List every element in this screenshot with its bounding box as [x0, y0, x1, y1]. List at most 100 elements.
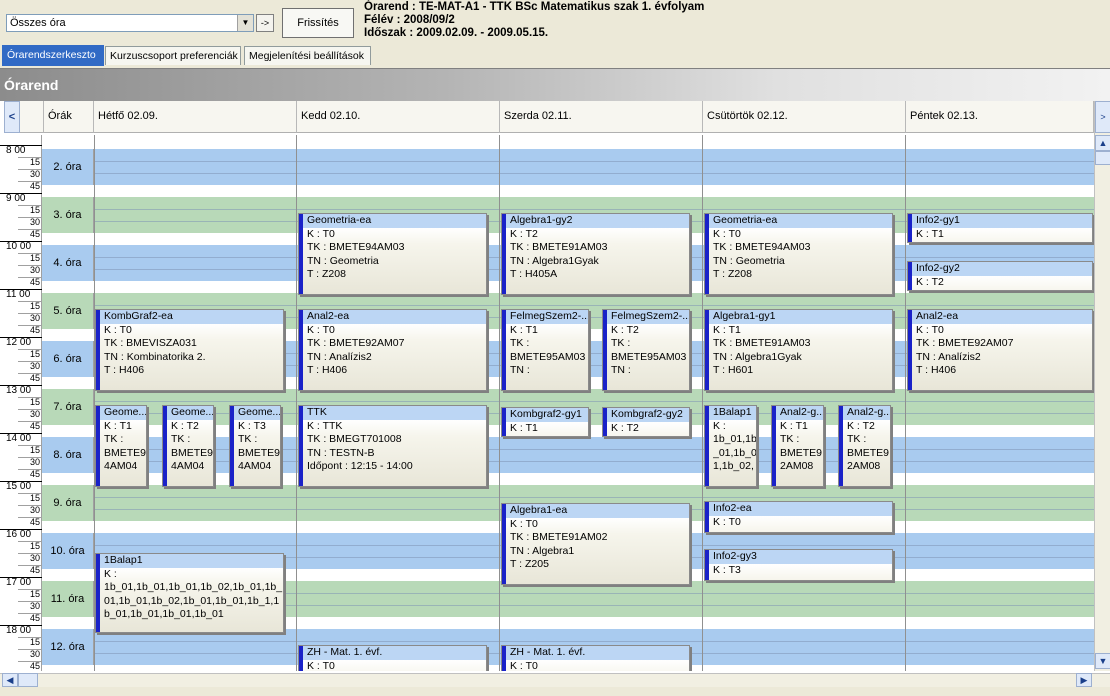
event-detail: K : T0	[307, 323, 335, 336]
course-event[interactable]: KombGraf2-ea K : T0 TK : BMEVISZA031 TN : K…	[95, 309, 284, 391]
course-event[interactable]: Info2-ea K : T0	[704, 501, 893, 533]
hscroll-thumb[interactable]	[18, 673, 38, 687]
course-event[interactable]: Geome... K : T1 TK : BMETE9 4AM04	[95, 405, 147, 487]
event-detail: 1b_01,1b_01,1b_01,1b_02,1b_01,1b_01,1b_0…	[104, 581, 283, 620]
header-corner	[20, 101, 44, 133]
tab-course-group-preferences[interactable]: Kurzuscsoport preferenciák	[105, 46, 241, 65]
event-detail: TN : Analízis2	[916, 350, 981, 363]
event-detail: 1b_01,1b	[713, 433, 756, 445]
scroll-up-icon[interactable]: ▲	[1095, 135, 1110, 151]
row-gridline	[94, 173, 1094, 174]
event-detail: K : T2	[611, 323, 639, 336]
minute-label: 45	[18, 373, 42, 383]
minute-label: 45	[18, 181, 42, 191]
event-detail: TN : Analízis2	[307, 350, 372, 363]
event-title: Kombgraf2-gy1	[506, 408, 588, 422]
course-event[interactable]: Anal2-ea K : T0 TK : BMETE92AM07 TN : Analí…	[907, 309, 1093, 391]
event-detail: K :	[713, 419, 726, 432]
event-detail: BMETE9	[780, 446, 823, 459]
event-detail: K : T2	[847, 419, 875, 432]
event-detail: K : T2	[611, 421, 639, 434]
course-event[interactable]: Geometria-ea K : T0 TK : BMETE94AM03 TN : G…	[704, 213, 893, 295]
course-event[interactable]: Info2-gy2 K : T2	[907, 261, 1093, 291]
minute-label: 15	[18, 349, 42, 359]
course-event[interactable]: Info2-gy1 K : T1	[907, 213, 1093, 243]
horizontal-scrollbar[interactable]: ◀ ▶	[0, 673, 1110, 687]
event-detail: TK :	[171, 433, 191, 445]
event-title: Info2-ea	[709, 502, 892, 516]
course-event[interactable]: Kombgraf2-gy1 K : T1	[501, 407, 589, 437]
minute-label: 15	[18, 253, 42, 263]
course-event[interactable]: FelmegSzem2-... K : T1 TK : BMETE95AM03 TN :	[501, 309, 589, 391]
event-detail: K : T0	[307, 227, 335, 240]
course-event[interactable]: Geometria-ea K : T0 TK : BMETE94AM03 TN : G…	[298, 213, 487, 295]
course-event[interactable]: Info2-gy3 K : T3	[704, 549, 893, 581]
minute-label: 45	[18, 565, 42, 575]
course-event[interactable]: Kombgraf2-gy2 K : T2	[602, 407, 690, 437]
event-detail: K : T0	[510, 517, 538, 530]
course-event[interactable]: Algebra1-gy1 K : T1 TK : BMETE91AM03 TN : A…	[704, 309, 893, 391]
event-detail: K : T1	[510, 323, 538, 336]
event-detail: K : T0	[104, 323, 132, 336]
event-title: Geome...	[100, 406, 146, 420]
scroll-right-icon[interactable]: ▶	[1076, 673, 1092, 687]
hour-label: 18 00	[0, 625, 42, 636]
course-event[interactable]: Anal2-ea K : T0 TK : BMETE92AM07 TN : Analí…	[298, 309, 487, 391]
course-event[interactable]: FelmegSzem2-... K : T2 TK : BMETE95AM03 TN :	[602, 309, 690, 391]
minute-label: 30	[18, 601, 42, 611]
timetable-grid[interactable]: 8 00 15 30 45 9 00 15 30 45 10 00 15 30 45 11 00 15 30…	[0, 135, 1094, 671]
refresh-button[interactable]: Frissítés	[282, 8, 354, 38]
tab-timetable-editor[interactable]: Órarendszerkeszto	[2, 45, 104, 66]
course-event[interactable]: ZH - Mat. 1. évf.K : T0TK : BMETETO0000T…	[501, 645, 690, 671]
scroll-thumb[interactable]	[1095, 151, 1110, 165]
course-event[interactable]: Anal2-g... K : T1 TK : BMETE9 2AM08	[771, 405, 824, 487]
event-detail: TK : BMETE94AM03	[307, 241, 405, 253]
minute-label: 45	[18, 325, 42, 335]
course-event[interactable]: TTK K : TTK TK : BMEGT701008 TN : TESTN-B Id…	[298, 405, 487, 487]
course-event[interactable]: ZH - Mat. 1. évf.K : T0TK : BMETETO0000T…	[298, 645, 487, 671]
minute-label: 15	[18, 445, 42, 455]
day-divider	[499, 135, 500, 671]
period-label: 9. óra	[42, 485, 94, 521]
day-divider	[905, 135, 906, 671]
event-detail: BMETE95AM03	[611, 350, 687, 363]
course-event[interactable]: Anal2-g... K : T2 TK : BMETE9 2AM08	[838, 405, 891, 487]
row-gridline	[94, 305, 1094, 306]
scroll-left-icon[interactable]: ◀	[2, 673, 18, 687]
chevron-down-icon[interactable]: ▼	[237, 15, 253, 31]
minute-label: 15	[18, 541, 42, 551]
row-gridline	[94, 497, 1094, 498]
tab-display-settings[interactable]: Megjelenítési beállítások	[244, 46, 371, 65]
period-label: 2. óra	[42, 149, 94, 185]
prev-week-button[interactable]: <	[4, 101, 20, 133]
event-detail: T : Z208	[307, 268, 346, 280]
go-button[interactable]: ->	[256, 14, 274, 32]
event-detail: T : H406	[104, 364, 145, 376]
row-gridline	[94, 209, 1094, 210]
period-row[interactable]	[42, 149, 1094, 185]
row-gridline	[94, 641, 1094, 642]
event-title: Anal2-ea	[912, 310, 1092, 324]
hour-label: 15 00	[0, 481, 42, 492]
course-event[interactable]: Geome... K : T2 TK : BMETE9 4AM04	[162, 405, 214, 487]
course-event[interactable]: 1Balap1 K :1b_01,1b _01,1b_0 1,1b_02,	[704, 405, 757, 487]
event-detail: T : H601	[713, 364, 754, 376]
course-event[interactable]: Algebra1-ea K : T0 TK : BMETE91AM02 TN : Al…	[501, 503, 690, 585]
course-group-select[interactable]: Összes óra ▼	[6, 14, 254, 32]
event-title: Algebra1-gy1	[709, 310, 892, 324]
next-week-button[interactable]: >	[1095, 101, 1110, 133]
event-detail: K : T0	[510, 659, 538, 672]
course-event[interactable]: Geome... K : T3 TK : BMETE9 4AM04	[229, 405, 281, 487]
event-detail: K : T1	[916, 227, 944, 240]
vertical-scrollbar[interactable]: > ▲ ▼	[1094, 101, 1110, 671]
scroll-down-icon[interactable]: ▼	[1095, 653, 1110, 669]
event-detail: TN :	[510, 364, 530, 376]
event-title: ZH - Mat. 1. évf.	[303, 646, 486, 660]
course-event[interactable]: 1Balap1 K :1b_01,1b_01,1b_01,1b_02,1b_01,…	[95, 553, 284, 633]
hour-label: 11 00	[0, 289, 42, 300]
event-detail: TK :	[611, 337, 631, 349]
event-title: Anal2-g...	[843, 406, 890, 420]
course-event[interactable]: Algebra1-gy2 K : T2 TK : BMETE91AM03 TN : A…	[501, 213, 690, 295]
minute-label: 30	[18, 313, 42, 323]
toolbar: Összes óra ▼ -> Frissítés Órarend : TE-M…	[0, 0, 1110, 44]
